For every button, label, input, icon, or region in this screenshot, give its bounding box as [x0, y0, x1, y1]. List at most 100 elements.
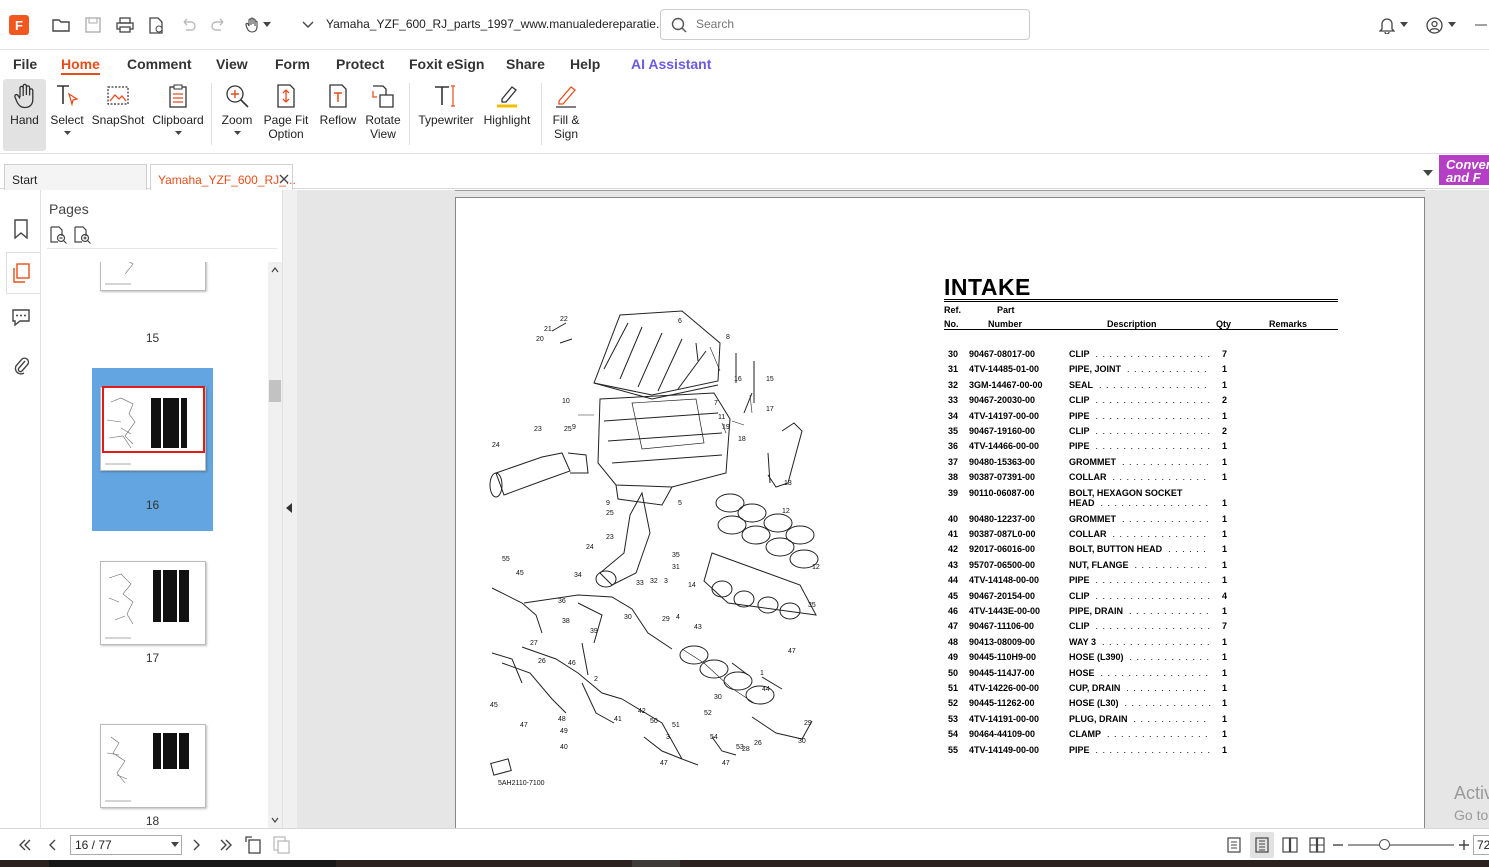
close-tab-icon[interactable] — [279, 174, 289, 184]
part-description: GROMMET — [1069, 456, 1116, 467]
callout-number: 38 — [562, 618, 570, 625]
select-label: Select — [50, 113, 84, 127]
select-tool-button[interactable]: Select — [48, 79, 86, 151]
snapshot-button[interactable]: SnapShot — [90, 79, 146, 151]
continuous-facing-view-icon[interactable] — [1309, 837, 1325, 853]
print-icon[interactable] — [114, 14, 136, 36]
page-thumbnail-17[interactable]: 17 — [92, 551, 213, 714]
notification-bell-dropdown[interactable] — [1373, 14, 1413, 36]
ref-number: 31 — [948, 364, 959, 375]
search-box[interactable] — [660, 9, 1030, 40]
part-number: 3GM-14467-00-00 — [969, 379, 1043, 390]
continuous-view-button-active[interactable] — [1250, 832, 1274, 858]
page-thumbnail-zoom-in-icon[interactable] — [73, 226, 91, 244]
part-description-continued: HEAD — [1069, 497, 1095, 508]
menu-file[interactable]: File — [13, 56, 37, 72]
callout-number: 29 — [804, 720, 812, 727]
undo-icon[interactable] — [177, 14, 199, 36]
menu-help[interactable]: Help — [570, 56, 600, 72]
facing-view-icon[interactable] — [1282, 837, 1298, 853]
rotate-view-button[interactable]: Rotate View — [362, 79, 404, 151]
panel-collapse-strip[interactable] — [283, 190, 297, 828]
comments-icon[interactable] — [10, 306, 32, 328]
menu-home[interactable]: Home — [61, 56, 100, 75]
pages-icon[interactable] — [10, 262, 32, 284]
callout-number: 5 — [678, 500, 682, 507]
menu-view[interactable]: View — [216, 56, 248, 72]
account-dropdown[interactable] — [1421, 14, 1461, 36]
typewriter-button[interactable]: Typewriter — [416, 79, 476, 151]
previous-view-icon[interactable] — [245, 836, 263, 854]
save-icon[interactable] — [82, 14, 104, 36]
chevron-down-icon[interactable] — [297, 14, 319, 36]
part-description: CLIP — [1069, 621, 1090, 632]
bookmark-icon[interactable] — [10, 218, 32, 240]
hand-tool-dropdown[interactable] — [240, 14, 274, 36]
menu-share[interactable]: Share — [506, 56, 545, 72]
single-page-view-icon[interactable] — [1226, 837, 1242, 853]
thumbnail-scrollbar[interactable] — [268, 262, 282, 828]
page-thumbnail-16-selected[interactable]: 16 — [92, 368, 213, 531]
menu-foxit-esign[interactable]: Foxit eSign — [409, 56, 484, 72]
tab-document[interactable]: Yamaha_YZF_600_RJ_... — [150, 164, 296, 191]
zoom-out-icon[interactable] — [1333, 844, 1343, 846]
fill-and-sign-button[interactable]: Fill & Sign — [546, 79, 586, 151]
tab-start[interactable]: Start — [4, 164, 147, 190]
callout-number: 23 — [534, 426, 542, 433]
last-page-icon[interactable] — [219, 839, 233, 851]
page-thumbnail-zoom-out-icon[interactable] — [49, 226, 67, 244]
leader-dots: . . . . . . . . . . . . . . . . . . . . … — [1133, 713, 1212, 724]
leader-dots: . . . . . . . . . . . . . . . . . . . . … — [1129, 606, 1211, 616]
next-page-icon[interactable] — [193, 839, 201, 851]
page-number-label: 16 — [145, 498, 160, 512]
status-bar: 16 / 77 72 — [0, 828, 1489, 860]
callout-number: 47 — [660, 760, 668, 767]
search-input[interactable] — [696, 17, 1016, 31]
open-folder-icon[interactable] — [50, 14, 72, 36]
callout-number: 19 — [722, 424, 730, 431]
highlight-button[interactable]: Highlight — [479, 79, 535, 151]
callout-number: 35 — [808, 602, 816, 609]
page-thumbnail-15[interactable]: 15 — [92, 262, 213, 360]
leader-dots: . . . . . . . . . . . . . . . . . . . . … — [1122, 513, 1211, 524]
hand-tool-button[interactable]: Hand — [3, 79, 46, 151]
part-number: 90467-20154-00 — [969, 590, 1036, 601]
foxit-logo-icon[interactable]: F — [9, 15, 29, 35]
page-number-field[interactable]: 16 / 77 — [70, 835, 182, 855]
zoom-level-field[interactable]: 72 — [1473, 835, 1489, 855]
part-quantity: 1 — [1222, 636, 1228, 647]
callout-number: 55 — [502, 556, 510, 563]
chevron-down-icon — [1448, 22, 1456, 27]
part-quantity: 1 — [1222, 379, 1228, 390]
part-quantity: 1 — [1222, 456, 1228, 467]
document-view[interactable]: 22 21 20 6 8 10 7 16 15 17 23 25 9 11 19 18 24 13 9 5 25 12 23… — [297, 190, 1489, 828]
clipboard-button[interactable]: Clipboard — [150, 79, 206, 151]
menu-protect[interactable]: Protect — [336, 56, 384, 72]
create-pdf-icon[interactable] — [145, 14, 167, 36]
zoom-button[interactable]: Zoom — [218, 79, 256, 151]
menu-ai-assistant[interactable]: AI Assistant — [631, 56, 711, 72]
thumbnail-image — [100, 724, 206, 808]
part-number: 95707-06500-00 — [969, 559, 1036, 570]
previous-page-icon[interactable] — [48, 839, 56, 851]
part-quantity: 1 — [1222, 513, 1228, 524]
reflow-button[interactable]: Reflow — [316, 79, 360, 151]
next-view-icon[interactable] — [273, 836, 291, 854]
page-fit-option-button[interactable]: Page Fit Option — [261, 79, 311, 151]
zoom-in-icon[interactable] — [1459, 840, 1469, 850]
zoom-slider-track[interactable] — [1348, 844, 1454, 846]
attachment-icon[interactable] — [10, 354, 32, 376]
zoom-slider-thumb[interactable] — [1379, 839, 1390, 850]
page-thumbnail-18[interactable]: 18 — [92, 714, 213, 828]
menu-form[interactable]: Form — [275, 56, 310, 72]
menu-comment[interactable]: Comment — [127, 56, 192, 72]
tab-list-dropdown-icon[interactable] — [1423, 169, 1433, 177]
scroll-thumb[interactable] — [269, 380, 281, 402]
leader-dots: . . . . . . . . . . . . . . . . . . . . … — [1095, 395, 1211, 406]
convert-promo-banner[interactable]: Conver and F — [1439, 155, 1489, 185]
part-description: HOSE (L30) — [1069, 698, 1119, 709]
minimize-icon[interactable] — [1474, 14, 1488, 36]
first-page-icon[interactable] — [18, 839, 32, 851]
redo-icon[interactable] — [208, 14, 230, 36]
callout-number: 51 — [672, 722, 680, 729]
